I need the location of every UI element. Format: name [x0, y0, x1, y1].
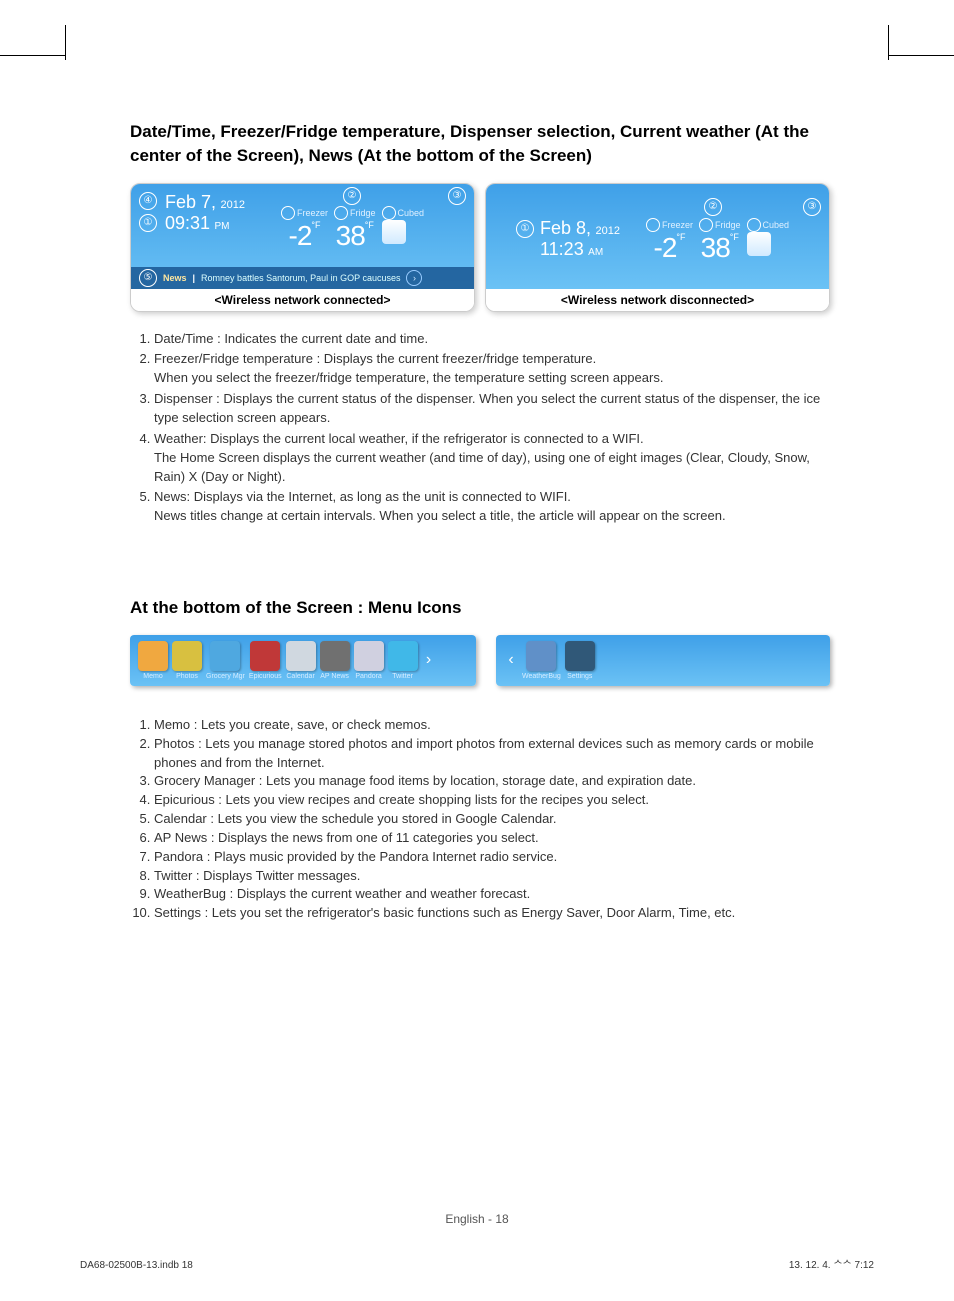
- chevron-left-icon[interactable]: ‹: [504, 651, 518, 669]
- memo-icon: [138, 641, 168, 671]
- list-item: Weather: Displays the current local weat…: [154, 430, 830, 487]
- fridge-label: Fridge: [334, 206, 376, 220]
- date2-text: Feb 8,: [540, 218, 591, 238]
- menu-item-memo[interactable]: Memo: [138, 641, 168, 680]
- news-headline: Romney battles Santorum, Paul in GOP cau…: [201, 273, 400, 283]
- callout-1b: ①: [516, 220, 534, 238]
- fridge-label2: Fridge: [699, 218, 741, 232]
- fridge-icon: [334, 206, 348, 220]
- list-item: News: Displays via the Internet, as long…: [154, 488, 830, 526]
- menu-item-grocery-mgr[interactable]: Grocery Mgr: [206, 641, 245, 680]
- menu-item-settings[interactable]: Settings: [565, 641, 595, 680]
- weatherbug-icon: [526, 641, 556, 671]
- freezer-label2: Freezer: [646, 218, 693, 232]
- freezer-temp: -2: [289, 220, 312, 251]
- photos-icon: [172, 641, 202, 671]
- dispenser-icon: [382, 220, 406, 244]
- list-item: Settings : Lets you set the refrigerator…: [154, 904, 830, 923]
- list-item: Photos : Lets you manage stored photos a…: [154, 735, 830, 773]
- menu-label: Settings: [567, 673, 592, 680]
- list-item: Pandora : Plays music provided by the Pa…: [154, 848, 830, 867]
- description-list-1: Date/Time : Indicates the current date a…: [130, 330, 830, 526]
- panel-connected: ④ ① ② ③ Feb 7, 2012 09:31 PM Freezer -2°…: [130, 183, 475, 312]
- footer-date: 13. 12. 4. ᄉᄉ 7:12: [789, 1256, 874, 1271]
- section2-heading: At the bottom of the Screen : Menu Icons: [130, 596, 830, 620]
- ap-news-icon: [320, 641, 350, 671]
- list-item: Memo : Lets you create, save, or check m…: [154, 716, 830, 735]
- cubed-icon: [382, 206, 396, 220]
- freezer-temp2: -2: [654, 232, 677, 263]
- callout-1: ①: [139, 214, 157, 232]
- callout-2b: ②: [704, 198, 722, 216]
- section1-heading: Date/Time, Freezer/Fridge temperature, D…: [130, 120, 830, 168]
- year2-text: 2012: [595, 225, 619, 237]
- menu-item-twitter[interactable]: Twitter: [388, 641, 418, 680]
- footer-page: English - 18: [0, 1212, 954, 1226]
- list-item: Grocery Manager : Lets you manage food i…: [154, 772, 830, 791]
- list-item: Freezer/Fridge temperature : Displays th…: [154, 350, 830, 388]
- menu-item-calendar[interactable]: Calendar: [286, 641, 316, 680]
- pandora-icon: [354, 641, 384, 671]
- menu-item-ap-news[interactable]: AP News: [320, 641, 350, 680]
- panel-disconnected: ① ② ③ Feb 8, 2012 11:23 AM Freezer -2°F: [485, 183, 830, 312]
- callout-4: ④: [139, 192, 157, 210]
- list-item: AP News : Displays the news from one of …: [154, 829, 830, 848]
- menu-item-weatherbug[interactable]: WeatherBug: [522, 641, 561, 680]
- ampm-text: PM: [215, 221, 230, 232]
- list-item: Calendar : Lets you view the schedule yo…: [154, 810, 830, 829]
- news-label: News: [163, 273, 187, 283]
- description-list-2: Memo : Lets you create, save, or check m…: [130, 716, 830, 923]
- fridge-temp: 38: [336, 220, 365, 251]
- menu-label: Pandora: [355, 673, 381, 680]
- settings-icon: [565, 641, 595, 671]
- footer-file: DA68-02500B-13.indb 18: [80, 1260, 193, 1271]
- ampm2-text: AM: [588, 247, 603, 258]
- list-item: WeatherBug : Displays the current weathe…: [154, 885, 830, 904]
- crop-mark: [0, 55, 65, 56]
- menu-item-pandora[interactable]: Pandora: [354, 641, 384, 680]
- year-text: 2012: [220, 199, 244, 211]
- list-item: Twitter : Displays Twitter messages.: [154, 867, 830, 886]
- freezer-icon: [281, 206, 295, 220]
- date-text: Feb 7,: [165, 192, 216, 212]
- list-item: Epicurious : Lets you view recipes and c…: [154, 791, 830, 810]
- menu-label: Epicurious: [249, 673, 282, 680]
- fridge-icon: [699, 218, 713, 232]
- time2-text: 11:23: [540, 239, 584, 259]
- list-item: Date/Time : Indicates the current date a…: [154, 330, 830, 349]
- crop-mark: [889, 55, 954, 56]
- menu-label: Photos: [176, 673, 198, 680]
- list-item: Dispenser : Displays the current status …: [154, 390, 830, 428]
- menu-label: AP News: [320, 673, 349, 680]
- time-text: 09:31: [165, 213, 210, 233]
- cubed-label2: Cubed: [747, 218, 790, 232]
- chevron-right-icon[interactable]: ›: [422, 651, 436, 669]
- freezer-label: Freezer: [281, 206, 328, 220]
- panel1-caption: <Wireless network connected>: [131, 289, 474, 311]
- menu-label: Memo: [143, 673, 162, 680]
- calendar-icon: [286, 641, 316, 671]
- menu-label: Twitter: [392, 673, 413, 680]
- menu-label: Calendar: [286, 673, 314, 680]
- menu-item-epicurious[interactable]: Epicurious: [249, 641, 282, 680]
- menu-label: Grocery Mgr: [206, 673, 245, 680]
- callout-3: ③: [448, 187, 466, 205]
- menu-strip-1: Memo Photos Grocery Mgr Epicurious Calendar A…: [130, 635, 476, 686]
- menu-item-photos[interactable]: Photos: [172, 641, 202, 680]
- cubed-icon: [747, 218, 761, 232]
- epicurious-icon: [250, 641, 280, 671]
- callout-5: ⑤: [139, 269, 157, 287]
- twitter-icon: [388, 641, 418, 671]
- callout-2: ②: [343, 187, 361, 205]
- cubed-label: Cubed: [382, 206, 425, 220]
- grocery-mgr-icon: [210, 641, 240, 671]
- menu-label: WeatherBug: [522, 673, 561, 680]
- menu-strip-2: ‹ WeatherBug Settings: [496, 635, 830, 686]
- callout-3b: ③: [803, 198, 821, 216]
- fridge-temp2: 38: [701, 232, 730, 263]
- dispenser-icon: [747, 232, 771, 256]
- panel2-caption: <Wireless network disconnected>: [486, 289, 829, 311]
- news-next-icon: ›: [406, 270, 422, 286]
- freezer-icon: [646, 218, 660, 232]
